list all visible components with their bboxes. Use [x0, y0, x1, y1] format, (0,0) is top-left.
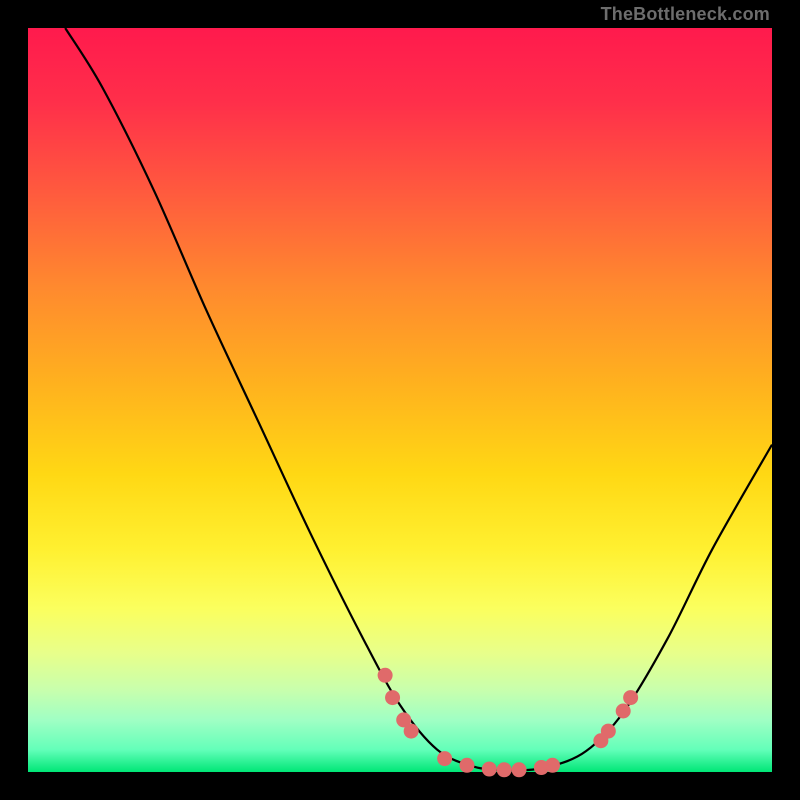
data-dot — [459, 758, 474, 773]
attribution-text: TheBottleneck.com — [601, 4, 770, 25]
data-dot — [545, 758, 560, 773]
data-dot — [437, 751, 452, 766]
data-dot — [616, 703, 631, 718]
data-dot — [404, 724, 419, 739]
data-dot — [378, 668, 393, 683]
data-dot — [601, 724, 616, 739]
bottleneck-curve — [28, 28, 772, 772]
data-dot — [385, 690, 400, 705]
chart-frame: TheBottleneck.com — [0, 0, 800, 800]
curve-dots — [378, 668, 639, 777]
data-dot — [623, 690, 638, 705]
data-dot — [482, 762, 497, 777]
data-dot — [512, 762, 527, 777]
curve-line — [65, 28, 772, 771]
data-dot — [497, 762, 512, 777]
plot-area — [28, 28, 772, 772]
